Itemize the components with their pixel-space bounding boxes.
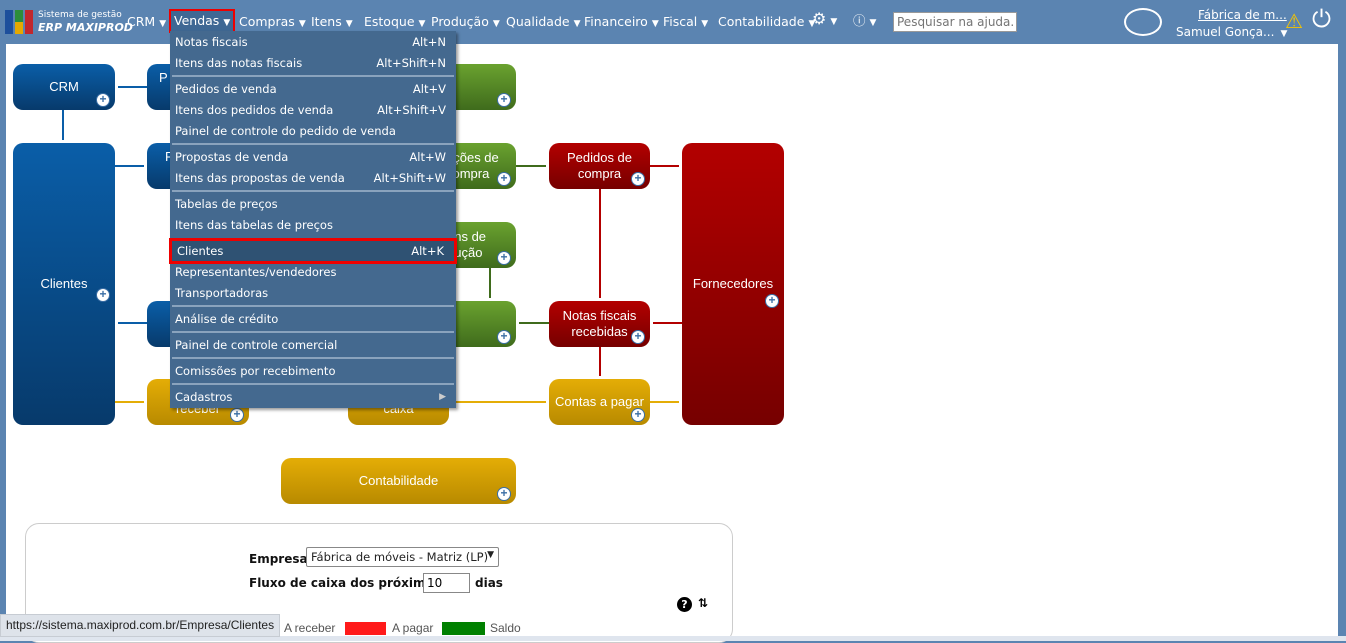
menu-divider xyxy=(172,75,454,77)
menu-item-itens-notas-fiscais[interactable]: Itens das notas fiscais Alt+Shift+N xyxy=(170,52,456,73)
legend-saldo: Saldo xyxy=(490,621,521,635)
menu-item-cadastros[interactable]: Cadastros ▶ xyxy=(170,386,456,407)
chevron-right-icon: ▶ xyxy=(439,391,446,402)
add-icon[interactable]: + xyxy=(765,294,779,308)
menu-item-painel-pedido-venda[interactable]: Painel de controle do pedido de venda xyxy=(170,120,456,141)
empresa-label: Empresa xyxy=(249,552,308,566)
add-icon[interactable]: + xyxy=(96,288,110,302)
box-crm[interactable]: CRM + xyxy=(13,64,115,110)
box-pedidos-compra[interactable]: Pedidos de compra + xyxy=(549,143,650,189)
legend-a-receber: A receber xyxy=(284,621,336,635)
menu-divider xyxy=(172,331,454,333)
dias-label: dias xyxy=(475,576,503,590)
box-notas-recebidas[interactable]: Notas fiscais recebidas + xyxy=(549,301,650,347)
add-icon[interactable]: + xyxy=(631,330,645,344)
fluxo-label: Fluxo de caixa dos próximos xyxy=(249,576,441,590)
box-contas-pagar[interactable]: Contas a pagar + xyxy=(549,379,650,425)
menu-item-tabelas-precos[interactable]: Tabelas de preços xyxy=(170,193,456,214)
menu-item-notas-fiscais[interactable]: Notas fiscais Alt+N xyxy=(170,31,456,52)
menu-item-representantes[interactable]: Representantes/vendedores xyxy=(170,261,456,282)
legend-a-pagar: A pagar xyxy=(392,621,434,635)
help-icon[interactable]: ? xyxy=(677,597,692,612)
status-bar-url: https://sistema.maxiprod.com.br/Empresa/… xyxy=(0,614,281,637)
box-contabilidade[interactable]: Contabilidade + xyxy=(281,458,516,504)
empresa-select[interactable]: Fábrica de móveis - Matriz (LP) ▼ xyxy=(306,547,499,567)
menu-divider xyxy=(172,305,454,307)
add-icon[interactable]: + xyxy=(631,408,645,422)
add-icon[interactable]: + xyxy=(497,172,511,186)
menu-item-itens-pedidos-venda[interactable]: Itens dos pedidos de venda Alt+Shift+V xyxy=(170,99,456,120)
add-icon[interactable]: + xyxy=(631,172,645,186)
add-icon[interactable]: + xyxy=(497,487,511,501)
menu-divider xyxy=(172,357,454,359)
refresh-icon[interactable]: ⇅ xyxy=(698,596,708,610)
menu-item-transportadoras[interactable]: Transportadoras xyxy=(170,282,456,303)
menu-item-analise-credito[interactable]: Análise de crédito xyxy=(170,308,456,329)
menu-divider xyxy=(172,383,454,385)
menu-item-pedidos-venda[interactable]: Pedidos de venda Alt+V xyxy=(170,78,456,99)
vendas-dropdown-menu: Notas fiscais Alt+N Itens das notas fisca… xyxy=(169,31,457,408)
add-icon[interactable]: + xyxy=(497,93,511,107)
add-icon[interactable]: + xyxy=(230,408,244,422)
legend-swatch-a-pagar xyxy=(345,622,386,635)
menu-item-itens-propostas-venda[interactable]: Itens das propostas de venda Alt+Shift+W xyxy=(170,167,456,188)
box-clientes[interactable]: Clientes + xyxy=(13,143,115,425)
add-icon[interactable]: + xyxy=(497,330,511,344)
menu-divider xyxy=(172,190,454,192)
legend-swatch-saldo xyxy=(442,622,485,635)
menu-item-itens-tabelas-precos[interactable]: Itens das tabelas de preços xyxy=(170,214,456,235)
menu-divider xyxy=(172,143,454,145)
add-icon[interactable]: + xyxy=(497,251,511,265)
add-icon[interactable]: + xyxy=(96,93,110,107)
box-fornecedores[interactable]: Fornecedores + xyxy=(682,143,784,425)
menu-item-painel-comercial[interactable]: Painel de controle comercial xyxy=(170,334,456,355)
menu-item-propostas-venda[interactable]: Propostas de venda Alt+W xyxy=(170,146,456,167)
menu-item-comissoes[interactable]: Comissões por recebimento xyxy=(170,360,456,381)
dias-input[interactable] xyxy=(423,573,470,593)
